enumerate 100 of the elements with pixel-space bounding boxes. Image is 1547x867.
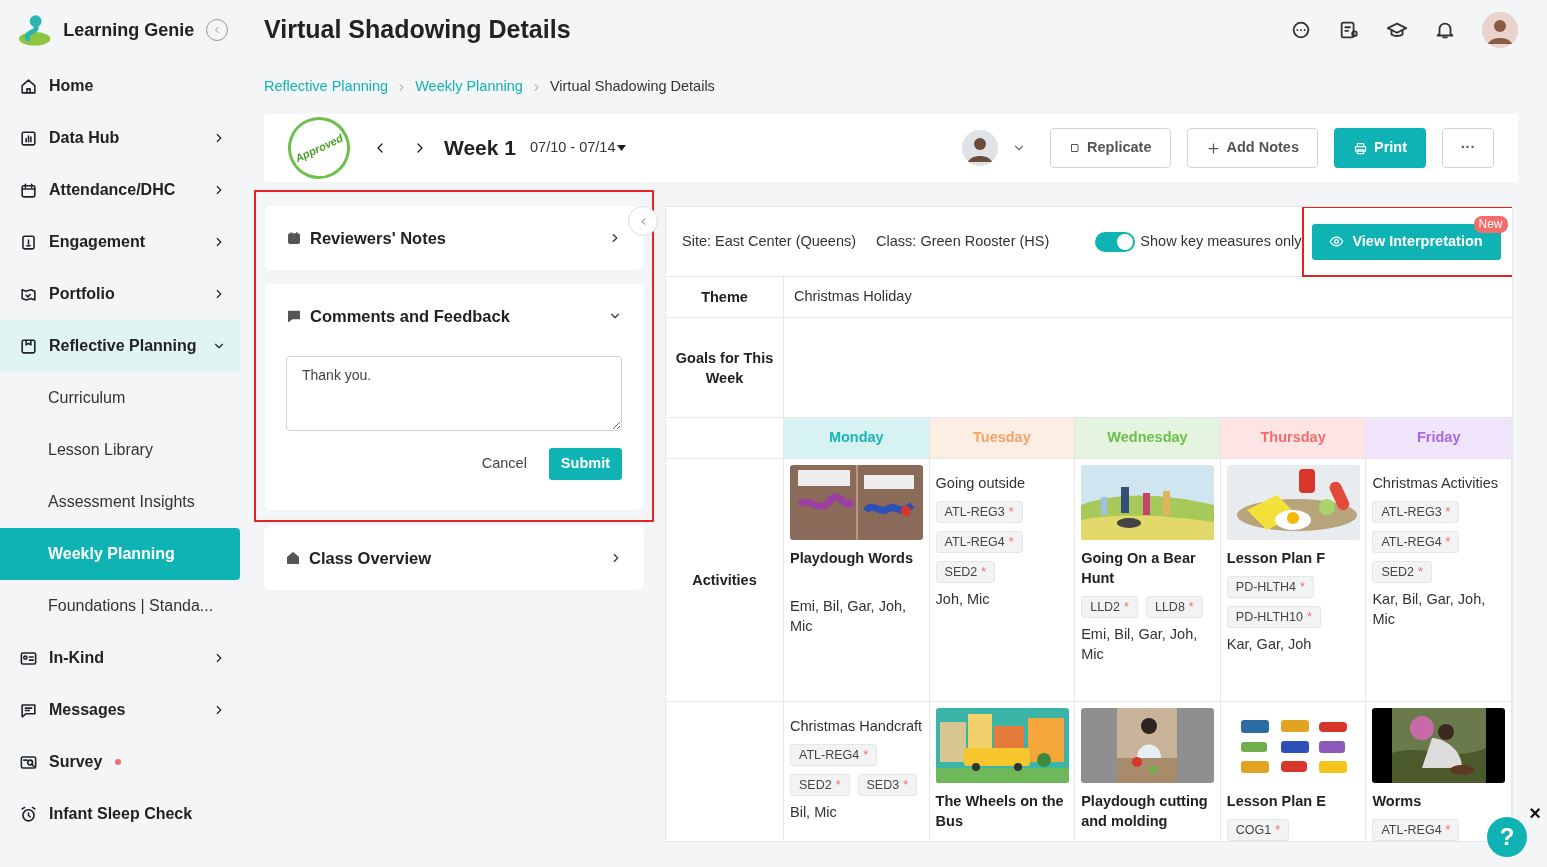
measure-tag: ATL-REG4 *: [1372, 819, 1460, 841]
measure-tag: ATL-REG3 *: [935, 501, 1023, 523]
sidebar-label: Portfolio: [49, 284, 115, 304]
app-name: Learning Genie: [63, 18, 195, 42]
section-title: Class Overview: [309, 547, 431, 569]
calendar-icon: [286, 230, 302, 246]
measure-tag: ATL-REG3 *: [1372, 501, 1460, 523]
lesson-title: Lesson Plan E: [1226, 792, 1326, 811]
page-title: Virtual Shadowing Details: [264, 14, 571, 46]
lesson-title: Worms: [1372, 792, 1422, 811]
measure-tag: COG1 *: [1226, 819, 1290, 841]
sidebar-label: Survey: [49, 752, 103, 772]
measure-tag: SED2 *: [790, 774, 850, 796]
sidebar-item[interactable]: Engagement: [0, 216, 240, 268]
alarm-clock-icon: [19, 804, 38, 824]
row-label: Goals for This Week: [666, 318, 784, 418]
breadcrumb-current: Virtual Shadowing Details: [549, 77, 715, 97]
sidebar-item[interactable]: Infant Sleep Check: [0, 788, 240, 840]
day-header: Friday: [1366, 418, 1512, 459]
activity-title: Christmas Activities: [1372, 474, 1499, 493]
sidebar-subitem[interactable]: Assessment Insights: [0, 476, 240, 528]
day-header: Monday: [784, 418, 930, 459]
sidebar-item[interactable]: Data Hub: [0, 112, 240, 164]
notes-user-icon: [1338, 19, 1360, 41]
measure-tag: LLD8 *: [1145, 596, 1203, 618]
toggle-label: Show key measures only: [1140, 231, 1302, 251]
sidebar-item[interactable]: In-Kind: [0, 632, 240, 684]
measure-tag: SED3 *: [857, 774, 918, 796]
measure-tag: ATL-REG4 *: [1372, 531, 1460, 553]
sidebar-subitem[interactable]: Foundations | Standa...: [0, 580, 240, 632]
day-header: Tuesday: [929, 418, 1076, 459]
lesson-title: Playdough Words: [790, 549, 913, 568]
sidebar-item[interactable]: Attendance/DHC: [0, 164, 240, 216]
measure-tag: SED2 *: [1372, 561, 1432, 583]
close-button[interactable]: ×: [1527, 803, 1543, 823]
child-names: Kar, Gar, Joh: [1226, 635, 1312, 654]
plus-icon: [1205, 140, 1221, 156]
child-names: Kar, Bil, Gar, Joh, Mic: [1372, 590, 1487, 629]
house-icon: [285, 550, 301, 566]
section-header[interactable]: Class Overview: [285, 526, 623, 590]
key-measures-toggle[interactable]: [1095, 231, 1136, 252]
sidebar-label: Infant Sleep Check: [49, 804, 193, 824]
sidebar-item[interactable]: Reflective Planning: [0, 320, 240, 372]
caret-icon: [617, 145, 627, 151]
section-header[interactable]: Comments and Feedback: [286, 284, 622, 348]
badge-icon: [19, 232, 38, 252]
sidebar-label: Engagement: [49, 232, 145, 252]
child-names: Emi, Bil, Gar, Joh, Mic: [790, 597, 908, 636]
sidebar-label: Attendance/DHC: [49, 180, 176, 200]
printer-icon: [1353, 140, 1368, 156]
chart-icon: [19, 128, 38, 148]
lesson-title: Playdough cutting and molding: [1081, 792, 1209, 831]
calendar-icon: [19, 180, 38, 200]
new-badge: New: [1473, 216, 1508, 233]
action-button[interactable]: Add Notes: [1186, 128, 1318, 168]
bookmark-icon: [19, 336, 38, 356]
sidebar-label: Reflective Planning: [49, 336, 197, 356]
child-names: Joh, Mic: [935, 590, 990, 609]
measure-tag: SED2 *: [935, 561, 996, 583]
sidebar-item[interactable]: Survey: [0, 736, 240, 788]
lesson-title: Going On a Bear Hunt: [1081, 549, 1197, 588]
chat-icon: [1290, 19, 1312, 41]
sidebar-label: Home: [49, 76, 94, 96]
sidebar-item[interactable]: Messages: [0, 684, 240, 736]
sidebar-item[interactable]: Portfolio: [0, 268, 240, 320]
sidebar-label: Data Hub: [49, 128, 120, 148]
row-label: Theme: [666, 277, 784, 318]
lesson-title: Lesson Plan F: [1226, 549, 1326, 568]
sidebar-label: In-Kind: [49, 648, 105, 668]
child-names: Bil, Mic: [790, 803, 837, 822]
section-title: Comments and Feedback: [310, 305, 510, 327]
sidebar-subitem[interactable]: Curriculum: [0, 372, 240, 424]
measure-tag: ATL-REG4 *: [790, 744, 878, 766]
sidebar-item[interactable]: Home: [0, 60, 240, 112]
measure-tag: PD-HLTH10 *: [1226, 606, 1321, 628]
child-names: Emi, Bil, Gar, Joh, Mic: [1081, 625, 1199, 664]
section-title: Reviewers' Notes: [310, 227, 446, 249]
site-label: Site: East Center (Queens): [682, 231, 857, 251]
day-header: Thursday: [1220, 418, 1367, 459]
class-label: Class: Green Rooster (HS): [876, 231, 1050, 251]
cancel-button[interactable]: Cancel: [481, 453, 527, 475]
eye-icon: [1329, 234, 1345, 249]
teacher-avatar[interactable]: [962, 130, 998, 166]
measure-tag: ATL-REG4 *: [935, 531, 1023, 553]
action-button[interactable]: Replicate: [1050, 128, 1171, 168]
row-label: Activities: [666, 459, 784, 702]
day-header: Wednesday: [1075, 418, 1221, 459]
measure-tag: LLD2 *: [1081, 596, 1138, 618]
copy-icon: [1069, 142, 1081, 154]
user-avatar[interactable]: [1482, 12, 1518, 48]
section-header[interactable]: Reviewers' Notes: [286, 206, 622, 270]
chat-button[interactable]: [1290, 19, 1312, 41]
sidebar-subitem[interactable]: Lesson Library: [0, 424, 240, 476]
measure-tag: PD-HLTH4 *: [1226, 576, 1314, 598]
comment-field[interactable]: Thank you.: [286, 356, 622, 431]
notes-user-button[interactable]: [1338, 19, 1360, 41]
week-label: Week 1: [444, 135, 516, 162]
lesson-title: The Wheels on the Bus: [935, 792, 1065, 831]
more-button[interactable]: ···: [1442, 128, 1494, 168]
date-range-dropdown[interactable]: 07/10 - 07/14: [530, 137, 627, 159]
